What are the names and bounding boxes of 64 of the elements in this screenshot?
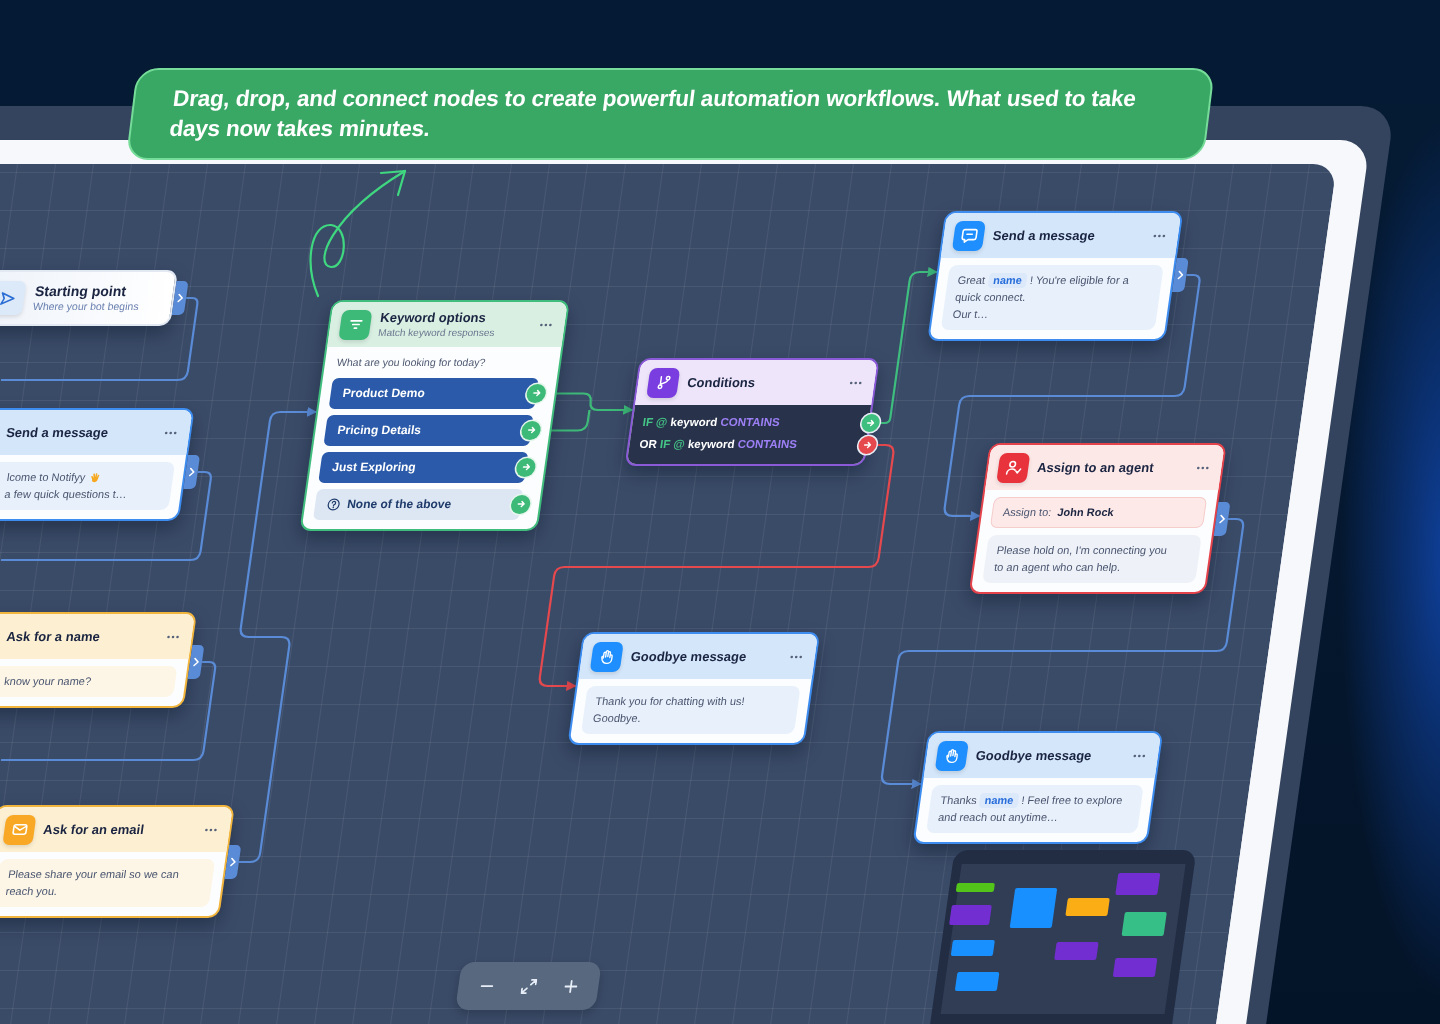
node-title: Assign to an agent (1036, 459, 1155, 476)
arrow-port-icon[interactable] (525, 383, 548, 403)
condition-rule: IF @keyword CONTAINS (641, 415, 781, 431)
more-icon[interactable] (1152, 233, 1167, 238)
arrow-port-icon[interactable] (515, 457, 537, 477)
message-text: a few quick questions t… (3, 487, 129, 503)
question-node[interactable]: Ask for a name know your name? (0, 612, 198, 708)
more-icon[interactable] (849, 380, 863, 385)
more-icon[interactable] (1132, 753, 1147, 758)
chat-bubble-icon (951, 220, 987, 251)
message-text: Thank you for chatting with us! (594, 694, 746, 710)
option-button[interactable]: Just Exploring (318, 451, 529, 483)
node-title: Send a message (991, 227, 1096, 244)
expand-icon (519, 978, 538, 994)
question-node[interactable]: Ask for an email Please share your email so we can reach you. (0, 805, 235, 918)
more-icon[interactable] (1196, 465, 1210, 470)
message-node[interactable]: Send a message Great name ! You're eligible for a quick connect. Our t… (927, 211, 1184, 341)
assignee-label: Assign to: John Rock (989, 497, 1208, 528)
message-text: Thanks name ! Feel free to explore and reach out anytime… (936, 792, 1125, 826)
node-title: Goodbye message (974, 747, 1093, 764)
minus-icon (479, 984, 494, 988)
message-text: know your name? (3, 674, 93, 690)
option-button[interactable]: Product Demo (328, 377, 539, 409)
more-icon[interactable] (789, 654, 804, 659)
hand-icon (589, 641, 624, 672)
node-title: Ask for a name (5, 628, 101, 645)
hand-icon (934, 740, 969, 771)
message-text: Please hold on, I'm connecting you to an agent who can help. (993, 542, 1169, 576)
node-title: Conditions (686, 374, 757, 391)
agent-node[interactable]: Assign to an agent Assign to: John Rock Please hold on, I'm connecting you to an agent who can help. (968, 443, 1227, 594)
filter-lines-icon (338, 309, 373, 340)
goodbye-node[interactable]: Goodbye message Thanks name ! Feel free to explore and reach out anytime… (912, 731, 1164, 844)
node-title: Ask for an email (42, 821, 146, 838)
arrow-port-icon[interactable] (520, 420, 542, 440)
message-text: Goodbye. (591, 711, 642, 727)
start-node[interactable]: Starting point Where your bot begins (0, 270, 179, 326)
more-icon[interactable] (204, 827, 218, 832)
person-icon (996, 452, 1031, 483)
prompt-text: What are you looking for today? (335, 355, 488, 371)
message-node[interactable]: Send a message lcome to Notifyy a few quick questions t… (0, 408, 195, 521)
help-icon (326, 497, 342, 511)
message-text: lcome to Notifyy (5, 470, 87, 486)
node-title: Send a message (5, 424, 110, 441)
node-title: Starting point (33, 283, 129, 300)
more-icon[interactable] (539, 322, 553, 327)
node-title: Keyword options (379, 310, 488, 326)
option-button[interactable]: Pricing Details (323, 414, 534, 446)
option-button[interactable]: None of the above (313, 488, 524, 520)
message-text: Great name ! You're eligible for a quick connect. (954, 272, 1131, 306)
branch-icon (646, 367, 681, 398)
arrow-port-icon[interactable] (857, 436, 878, 454)
message-text: Please share your email so we can reach you. (4, 867, 181, 900)
message-text: Our t… (951, 307, 990, 322)
arrow-port-icon[interactable] (860, 414, 881, 432)
goodbye-node[interactable]: Goodbye message Thank you for chatting with us! Goodbye. (567, 632, 821, 745)
condition-node[interactable]: Conditions IF @keyword CONTAINS OR IF @keyword CONTAINS (624, 358, 880, 466)
plus-icon (563, 979, 578, 993)
node-subtitle: Where your bot begins (32, 300, 140, 313)
node-title: Goodbye message (629, 648, 748, 665)
condition-rule: OR IF @keyword CONTAINS (638, 437, 799, 453)
more-icon[interactable] (166, 634, 180, 639)
envelope-icon (2, 814, 37, 845)
node-subtitle: Match keyword responses (377, 326, 496, 339)
more-icon[interactable] (164, 430, 178, 435)
